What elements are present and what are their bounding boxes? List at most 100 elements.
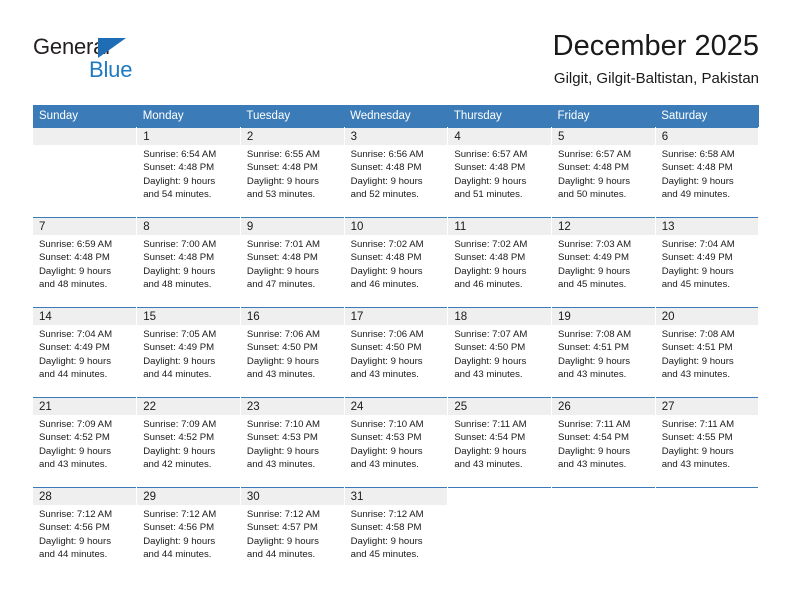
weekday-header-wednesday: Wednesday: [344, 105, 448, 128]
day-details: Sunrise: 7:11 AM Sunset: 4:55 PM Daylight:…: [656, 415, 759, 472]
day-details: Sunrise: 7:04 AM Sunset: 4:49 PM Daylight:…: [656, 235, 759, 292]
daylight-text-line2: and 45 minutes.: [558, 279, 627, 291]
daylight-text-line1: Daylight: 9 hours: [246, 535, 319, 547]
day-number: 17: [344, 308, 448, 325]
calendar-day-cell[interactable]: 1 Sunrise: 6:54 AM Sunset: 4:48 PM Daylight…: [136, 127, 241, 218]
calendar-day-cell[interactable]: 5 Sunrise: 6:57 AM Sunset: 4:48 PM Daylight…: [551, 127, 656, 218]
calendar-day-cell[interactable]: 6 Sunrise: 6:58 AM Sunset: 4:48 PM Daylight…: [655, 127, 760, 218]
calendar-day-cell[interactable]: 21 Sunrise: 7:09 AM Sunset: 4:52 PM Dayligh…: [33, 397, 138, 488]
daylight-text-line1: Daylight: 9 hours: [558, 445, 631, 457]
day-number: 2: [240, 128, 344, 145]
day-number: 5: [552, 128, 655, 145]
day-details: Sunrise: 6:54 AM Sunset: 4:48 PM Daylight:…: [137, 145, 240, 202]
sunset-text: Sunset: 4:57 PM: [246, 522, 318, 534]
page-header: General Blue December 2025 Gilgit, Gilgi…: [0, 0, 792, 92]
calendar-day-cell[interactable]: 31 Sunrise: 7:12 AM Sunset: 4:58 PM Dayligh…: [344, 487, 449, 577]
day-number: 27: [655, 398, 759, 415]
calendar-day-cell[interactable]: 19 Sunrise: 7:08 AM Sunset: 4:51 PM Dayligh…: [551, 307, 656, 398]
calendar-empty-cell: [447, 487, 553, 577]
calendar-day-cell[interactable]: 15 Sunrise: 7:05 AM Sunset: 4:49 PM Dayligh…: [136, 307, 241, 398]
day-number: [552, 488, 655, 505]
daylight-text-line1: Daylight: 9 hours: [454, 355, 527, 367]
daylight-text-line1: Daylight: 9 hours: [143, 535, 216, 547]
daylight-text-line2: and 48 minutes.: [143, 279, 212, 291]
daylight-text-line1: Daylight: 9 hours: [143, 355, 216, 367]
day-details: Sunrise: 7:06 AM Sunset: 4:50 PM Daylight:…: [241, 325, 344, 382]
day-number: 15: [137, 308, 240, 325]
calendar-day-cell[interactable]: 10 Sunrise: 7:02 AM Sunset: 4:48 PM Dayligh…: [344, 217, 449, 308]
sunrise-text: Sunrise: 6:57 AM: [558, 149, 632, 160]
day-number: 24: [344, 398, 448, 415]
daylight-text-line1: Daylight: 9 hours: [661, 445, 734, 457]
sunset-text: Sunset: 4:48 PM: [143, 252, 215, 264]
general-blue-logo[interactable]: General Blue: [33, 34, 213, 82]
calendar-day-cell[interactable]: 17 Sunrise: 7:06 AM Sunset: 4:50 PM Dayligh…: [344, 307, 449, 398]
day-details: Sunrise: 7:05 AM Sunset: 4:49 PM Daylight:…: [137, 325, 240, 382]
sunset-text: Sunset: 4:56 PM: [143, 522, 215, 534]
daylight-text-line1: Daylight: 9 hours: [39, 355, 111, 367]
daylight-text-line2: and 46 minutes.: [454, 279, 523, 291]
calendar-day-cell[interactable]: 3 Sunrise: 6:56 AM Sunset: 4:48 PM Daylight…: [344, 127, 449, 218]
day-details: Sunrise: 7:09 AM Sunset: 4:52 PM Daylight:…: [137, 415, 240, 472]
calendar-day-cell[interactable]: 27 Sunrise: 7:11 AM Sunset: 4:55 PM Dayligh…: [655, 397, 760, 488]
sunset-text: Sunset: 4:49 PM: [39, 342, 110, 354]
daylight-text-line1: Daylight: 9 hours: [661, 175, 734, 187]
sunrise-text: Sunrise: 6:54 AM: [143, 149, 217, 160]
daylight-text-line2: and 44 minutes.: [39, 549, 108, 561]
daylight-text-line1: Daylight: 9 hours: [39, 535, 111, 547]
calendar-day-cell[interactable]: 18 Sunrise: 7:07 AM Sunset: 4:50 PM Dayligh…: [447, 307, 553, 398]
calendar-day-cell[interactable]: 20 Sunrise: 7:08 AM Sunset: 4:51 PM Dayligh…: [655, 307, 760, 398]
calendar-day-cell[interactable]: 22 Sunrise: 7:09 AM Sunset: 4:52 PM Dayligh…: [136, 397, 241, 488]
day-details: Sunrise: 7:12 AM Sunset: 4:57 PM Daylight:…: [241, 505, 344, 562]
sunset-text: Sunset: 4:48 PM: [454, 252, 526, 264]
calendar-day-cell[interactable]: 8 Sunrise: 7:00 AM Sunset: 4:48 PM Daylight…: [136, 217, 241, 308]
calendar-day-cell[interactable]: 24 Sunrise: 7:10 AM Sunset: 4:53 PM Dayligh…: [344, 397, 449, 488]
calendar-day-cell[interactable]: 7 Sunrise: 6:59 AM Sunset: 4:48 PM Daylight…: [33, 217, 138, 308]
calendar-day-cell[interactable]: 9 Sunrise: 7:01 AM Sunset: 4:48 PM Daylight…: [240, 217, 345, 308]
sunset-text: Sunset: 4:54 PM: [454, 432, 526, 444]
logo-text-blue: Blue: [89, 57, 133, 82]
daylight-text-line1: Daylight: 9 hours: [558, 175, 631, 187]
day-number: 31: [344, 488, 448, 505]
calendar-day-cell[interactable]: 2 Sunrise: 6:55 AM Sunset: 4:48 PM Daylight…: [240, 127, 345, 218]
daylight-text-line2: and 53 minutes.: [246, 189, 316, 201]
day-number: 26: [552, 398, 655, 415]
calendar-day-cell[interactable]: 29 Sunrise: 7:12 AM Sunset: 4:56 PM Dayligh…: [136, 487, 241, 577]
calendar-day-cell[interactable]: 4 Sunrise: 6:57 AM Sunset: 4:48 PM Daylight…: [447, 127, 553, 218]
calendar-day-cell[interactable]: 23 Sunrise: 7:10 AM Sunset: 4:53 PM Dayligh…: [240, 397, 345, 488]
calendar-grid: Sunday Monday Tuesday Wednesday Thursday…: [33, 105, 760, 577]
day-number: [655, 488, 759, 505]
day-number: 8: [137, 218, 240, 235]
sunset-text: Sunset: 4:50 PM: [454, 342, 526, 354]
calendar-day-cell[interactable]: 13 Sunrise: 7:04 AM Sunset: 4:49 PM Dayligh…: [655, 217, 760, 308]
calendar-day-cell[interactable]: 30 Sunrise: 7:12 AM Sunset: 4:57 PM Dayligh…: [240, 487, 345, 577]
sunset-text: Sunset: 4:53 PM: [246, 432, 318, 444]
day-number: 1: [137, 128, 240, 145]
day-number: 4: [448, 128, 552, 145]
calendar-day-cell[interactable]: 16 Sunrise: 7:06 AM Sunset: 4:50 PM Dayligh…: [240, 307, 345, 398]
calendar-day-cell[interactable]: 12 Sunrise: 7:03 AM Sunset: 4:49 PM Dayligh…: [551, 217, 656, 308]
sunrise-text: Sunrise: 7:04 AM: [39, 329, 113, 340]
daylight-text-line2: and 43 minutes.: [246, 369, 316, 381]
day-details: Sunrise: 7:02 AM Sunset: 4:48 PM Daylight:…: [448, 235, 551, 292]
daylight-text-line2: and 43 minutes.: [350, 369, 419, 381]
day-number: 23: [240, 398, 344, 415]
calendar-week-row: 14 Sunrise: 7:04 AM Sunset: 4:49 PM Dayligh…: [33, 307, 760, 398]
sunset-text: Sunset: 4:58 PM: [350, 522, 422, 534]
calendar-day-cell[interactable]: 25 Sunrise: 7:11 AM Sunset: 4:54 PM Dayligh…: [447, 397, 553, 488]
calendar-day-cell[interactable]: 14 Sunrise: 7:04 AM Sunset: 4:49 PM Dayligh…: [33, 307, 138, 398]
sunset-text: Sunset: 4:48 PM: [246, 252, 318, 264]
calendar-day-cell[interactable]: 11 Sunrise: 7:02 AM Sunset: 4:48 PM Dayligh…: [447, 217, 553, 308]
sunrise-text: Sunrise: 7:02 AM: [454, 239, 528, 250]
daylight-text-line2: and 45 minutes.: [661, 279, 730, 291]
day-details: Sunrise: 6:58 AM Sunset: 4:48 PM Daylight:…: [656, 145, 759, 202]
calendar-day-cell[interactable]: 26 Sunrise: 7:11 AM Sunset: 4:54 PM Dayligh…: [551, 397, 656, 488]
daylight-text-line1: Daylight: 9 hours: [143, 265, 216, 277]
sunrise-text: Sunrise: 7:07 AM: [454, 329, 528, 340]
day-details: Sunrise: 7:08 AM Sunset: 4:51 PM Daylight:…: [552, 325, 655, 382]
day-number: 20: [655, 308, 759, 325]
day-details: Sunrise: 6:57 AM Sunset: 4:48 PM Daylight:…: [552, 145, 655, 202]
daylight-text-line2: and 44 minutes.: [143, 369, 212, 381]
calendar-day-cell[interactable]: 28 Sunrise: 7:12 AM Sunset: 4:56 PM Dayligh…: [33, 487, 138, 577]
daylight-text-line1: Daylight: 9 hours: [661, 265, 734, 277]
